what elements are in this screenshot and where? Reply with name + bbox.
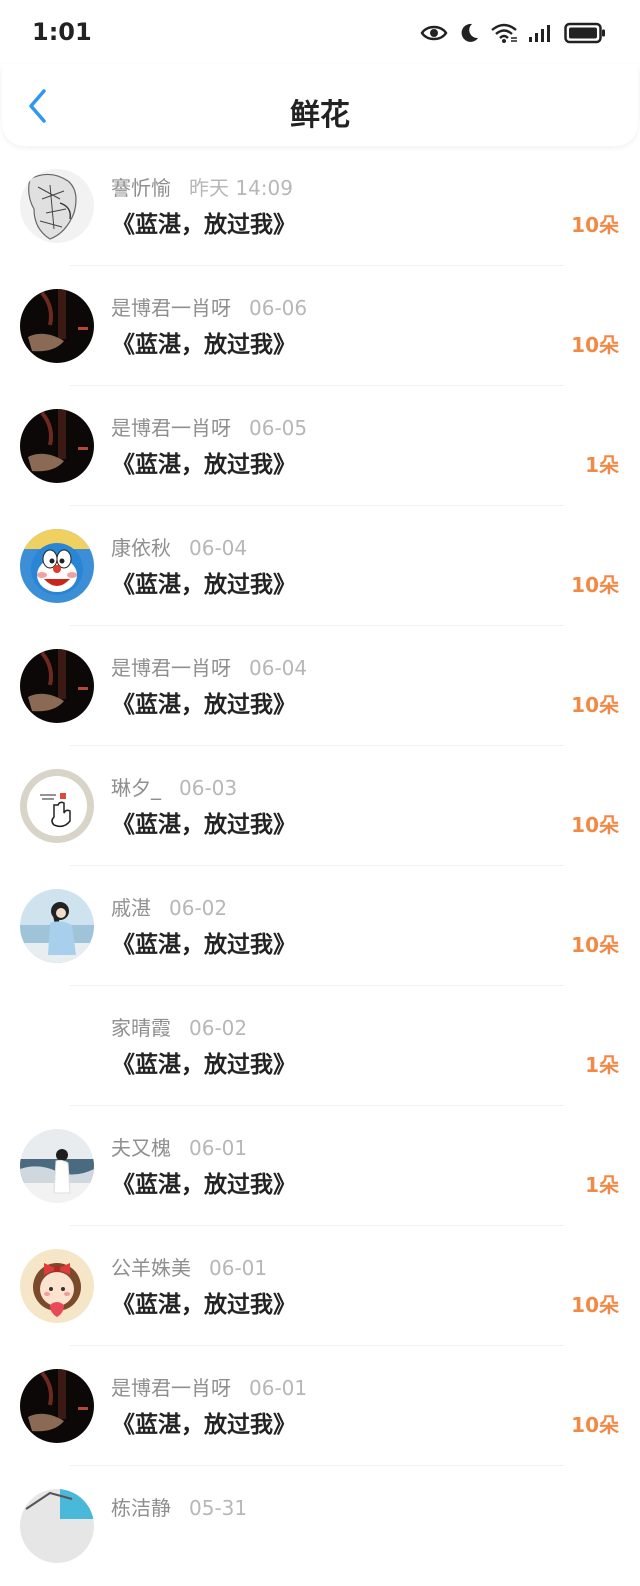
avatar (20, 169, 94, 243)
list-item[interactable]: 是博君一肖呀 06-05 《蓝湛，放过我》 1朵 (0, 386, 640, 506)
list-item[interactable]: 是博君一肖呀 06-01 《蓝湛，放过我》 10朵 (0, 1346, 640, 1466)
list-item[interactable]: 栋洁静 05-31 (0, 1466, 640, 1586)
item-time: 06-01 (189, 1136, 248, 1160)
book-title: 《蓝湛，放过我》 (112, 212, 296, 238)
flower-count: 10朵 (571, 333, 619, 357)
item-time: 06-05 (249, 416, 308, 440)
item-meta: 康依秋 06-04 (111, 534, 247, 562)
page-title: 鲜花 (290, 98, 350, 133)
avatar (20, 1009, 94, 1083)
user-name: 栋洁静 (111, 1496, 171, 1520)
list-item[interactable]: 夫又槐 06-01 《蓝湛，放过我》 1朵 (0, 1106, 640, 1226)
book-title: 《蓝湛，放过我》 (112, 572, 296, 598)
item-meta: 戚湛 06-02 (111, 894, 227, 922)
avatar (20, 1249, 94, 1323)
list-item[interactable]: 謇忻愉 昨天 14:09 《蓝湛，放过我》 10朵 (0, 146, 640, 266)
user-name: 是博君一肖呀 (111, 296, 231, 320)
book-title: 《蓝湛，放过我》 (112, 452, 296, 478)
item-meta: 是博君一肖呀 06-01 (111, 1374, 307, 1402)
item-meta: 栋洁静 05-31 (111, 1494, 247, 1522)
avatar (20, 889, 94, 963)
flower-count: 1朵 (585, 1053, 619, 1077)
user-name: 謇忻愉 (111, 176, 171, 200)
user-name: 公羊姝美 (111, 1256, 191, 1280)
flower-count: 10朵 (571, 213, 619, 237)
user-name: 琳夕_ (111, 776, 161, 800)
item-meta: 謇忻愉 昨天 14:09 (111, 174, 293, 202)
avatar (20, 1129, 94, 1203)
item-time: 06-01 (249, 1376, 308, 1400)
flower-count: 10朵 (571, 573, 619, 597)
flower-count: 1朵 (585, 1173, 619, 1197)
avatar (20, 769, 94, 843)
user-name: 是博君一肖呀 (111, 416, 231, 440)
header: 鲜花 (2, 64, 638, 146)
flower-count: 10朵 (571, 1413, 619, 1437)
book-title: 《蓝湛，放过我》 (112, 692, 296, 718)
user-name: 康依秋 (111, 536, 171, 560)
list-item[interactable]: 公羊姝美 06-01 《蓝湛，放过我》 10朵 (0, 1226, 640, 1346)
signal-icon (529, 25, 550, 42)
item-time: 06-06 (249, 296, 308, 320)
list-item[interactable]: 戚湛 06-02 《蓝湛，放过我》 10朵 (0, 866, 640, 986)
book-title: 《蓝湛，放过我》 (112, 1412, 296, 1438)
avatar (20, 529, 94, 603)
status-bar: 1:01 (0, 0, 640, 64)
item-meta: 琳夕_ 06-03 (111, 774, 237, 802)
book-title: 《蓝湛，放过我》 (112, 932, 296, 958)
item-meta: 公羊姝美 06-01 (111, 1254, 267, 1282)
item-time: 05-31 (189, 1496, 248, 1520)
book-title: 《蓝湛，放过我》 (112, 1292, 296, 1318)
eye-icon (420, 25, 448, 41)
list-item[interactable]: 康依秋 06-04 《蓝湛，放过我》 10朵 (0, 506, 640, 626)
book-title: 《蓝湛，放过我》 (112, 812, 296, 838)
user-name: 家晴霞 (111, 1016, 171, 1040)
flower-list: 謇忻愉 昨天 14:09 《蓝湛，放过我》 10朵 是博君一肖呀 06-06 《蓝湛… (0, 146, 640, 1586)
book-title: 《蓝湛，放过我》 (112, 1172, 296, 1198)
item-time: 06-04 (189, 536, 248, 560)
item-meta: 是博君一肖呀 06-04 (111, 654, 307, 682)
book-title: 《蓝湛，放过我》 (112, 332, 296, 358)
flower-count: 10朵 (571, 813, 619, 837)
item-time: 06-01 (209, 1256, 268, 1280)
status-time: 1:01 (32, 18, 92, 46)
item-meta: 是博君一肖呀 06-05 (111, 414, 307, 442)
user-name: 是博君一肖呀 (111, 1376, 231, 1400)
item-time: 06-03 (179, 776, 238, 800)
avatar (20, 649, 94, 723)
avatar (20, 289, 94, 363)
list-item[interactable]: 琳夕_ 06-03 《蓝湛，放过我》 10朵 (0, 746, 640, 866)
user-name: 是博君一肖呀 (111, 656, 231, 680)
item-meta: 夫又槐 06-01 (111, 1134, 247, 1162)
list-item[interactable]: 是博君一肖呀 06-04 《蓝湛，放过我》 10朵 (0, 626, 640, 746)
wifi-icon (491, 23, 518, 44)
avatar (20, 1369, 94, 1443)
list-item[interactable]: 家晴霞 06-02 《蓝湛，放过我》 1朵 (0, 986, 640, 1106)
user-name: 夫又槐 (111, 1136, 171, 1160)
flower-count: 10朵 (571, 933, 619, 957)
item-time: 昨天 14:09 (189, 176, 293, 200)
avatar (20, 1489, 94, 1563)
item-time: 06-04 (249, 656, 308, 680)
user-name: 戚湛 (111, 896, 151, 920)
item-time: 06-02 (189, 1016, 248, 1040)
flower-count: 10朵 (571, 693, 619, 717)
book-title: 《蓝湛，放过我》 (112, 1052, 296, 1078)
item-meta: 是博君一肖呀 06-06 (111, 294, 307, 322)
avatar (20, 409, 94, 483)
battery-icon (564, 22, 605, 44)
status-icons (420, 18, 606, 48)
flower-count: 1朵 (585, 453, 619, 477)
item-time: 06-02 (169, 896, 228, 920)
flower-count: 10朵 (571, 1293, 619, 1317)
item-meta: 家晴霞 06-02 (111, 1014, 247, 1042)
list-item[interactable]: 是博君一肖呀 06-06 《蓝湛，放过我》 10朵 (0, 266, 640, 386)
moon-icon (461, 23, 478, 42)
